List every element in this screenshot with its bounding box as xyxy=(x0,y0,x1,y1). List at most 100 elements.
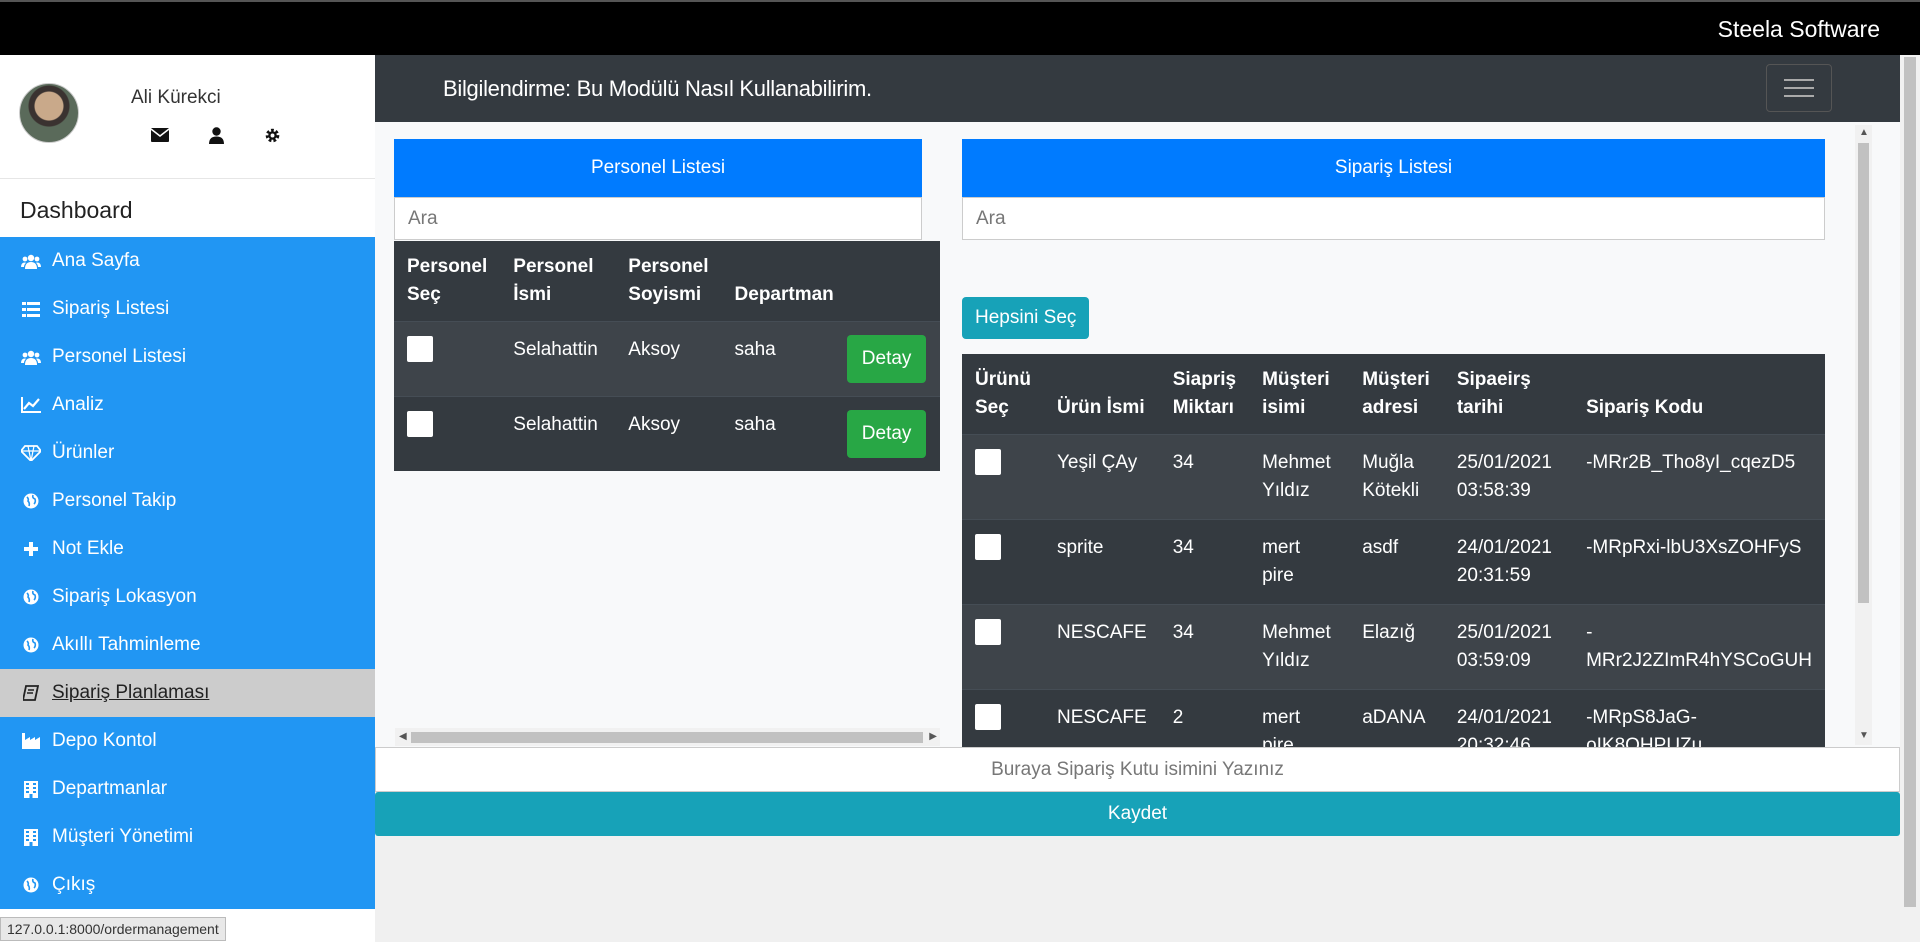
sidebar-item-urunler[interactable]: Ürünler xyxy=(0,429,375,477)
siparis-panel: Sipariş Listesi Ara Hepsini Seç Ürünü Se… xyxy=(940,122,1900,747)
table-row: sprite 34 mert pire asdf 24/01/2021 20:31:59… xyxy=(962,519,1825,605)
globe-icon xyxy=(20,877,42,893)
sidebar-item-label: Akıllı Tahminleme xyxy=(52,634,201,655)
quantity-cell: 2 xyxy=(1159,689,1250,747)
table-row: Yeşil ÇAy 34 Mehmet Yıldız Muğla Kötekli 25/… xyxy=(962,434,1825,520)
sidebar-item-label: Çıkış xyxy=(52,874,96,895)
product-name-cell: sprite xyxy=(1043,519,1160,605)
envelope-icon[interactable] xyxy=(150,125,170,145)
personel-surname-cell: Aksoy xyxy=(615,321,722,397)
customer-name-cell: mert pire xyxy=(1249,689,1350,747)
col-musteri-adresi: Müşteri adresi xyxy=(1362,369,1430,418)
profile-section: Ali Kürekci xyxy=(0,55,375,179)
gear-icon[interactable] xyxy=(262,125,282,145)
info-bar: Bilgilendirme: Bu Modülü Nasıl Kullanabi… xyxy=(375,55,1900,122)
table-row: Selahattin Aksoy saha Detay xyxy=(394,321,940,397)
personel-panel-title: Personel Listesi xyxy=(394,139,922,197)
customer-address-cell: aDANA xyxy=(1349,689,1444,747)
col-siparis-miktari: Siapriş Miktarı xyxy=(1172,369,1237,418)
customer-address-cell: Elazığ xyxy=(1349,604,1444,690)
users-icon xyxy=(20,350,42,365)
customer-name-cell: Mehmet Yıldız xyxy=(1249,434,1350,520)
sidebar-item-label: Departmanlar xyxy=(52,778,168,799)
personel-dept-cell: saha xyxy=(721,396,847,471)
kutu-name-input[interactable]: Buraya Sipariş Kutu isimini Yazınız xyxy=(375,747,1900,792)
user-name: Ali Kürekci xyxy=(131,87,221,108)
sidebar-item-label: Personel Listesi xyxy=(52,346,187,367)
personel-name-cell: Selahattin xyxy=(500,396,616,471)
personel-search-input[interactable]: Ara xyxy=(394,197,922,240)
personel-dept-cell: saha xyxy=(721,321,847,397)
order-code-cell: -MRr2B_Tho8yI_cqezD5 xyxy=(1573,434,1825,520)
sidebar-item-analiz[interactable]: Analiz xyxy=(0,381,375,429)
col-personel-soyismi: Personel Soyismi xyxy=(628,256,709,305)
sidebar-item-cikis[interactable]: Çıkış xyxy=(0,861,375,909)
select-all-button[interactable]: Hepsini Seç xyxy=(962,297,1090,339)
sidebar-item-not-ekle[interactable]: Not Ekle xyxy=(0,525,375,573)
chart-line-icon xyxy=(20,397,42,413)
detail-button[interactable]: Detay xyxy=(846,410,927,458)
table-row: NESCAFE 34 Mehmet Yıldız Elazığ 25/01/2021 0… xyxy=(962,604,1825,690)
menu-toggle-button[interactable] xyxy=(1766,64,1832,112)
sidebar-item-label: Sipariş Listesi xyxy=(52,298,170,319)
horizontal-scrollbar[interactable]: ◀ ▶ xyxy=(395,728,943,746)
product-name-cell: Yeşil ÇAy xyxy=(1043,434,1160,520)
detail-button[interactable]: Detay xyxy=(846,335,927,383)
select-checkbox[interactable] xyxy=(975,534,1001,560)
vertical-scrollbar[interactable]: ▲ ▼ xyxy=(1855,125,1872,745)
personel-surname-cell: Aksoy xyxy=(615,396,722,471)
info-title[interactable]: Bilgilendirme: Bu Modülü Nasıl Kullanabi… xyxy=(443,76,872,102)
table-row: NESCAFE 2 mert pire aDANA 24/01/2021 20:32:4… xyxy=(962,689,1825,747)
page-scrollbar[interactable] xyxy=(1900,55,1920,942)
order-code-cell: -MRpRxi-lbU3XsZOHFyS xyxy=(1573,519,1825,605)
col-siparis-kodu: Sipariş Kodu xyxy=(1586,397,1704,418)
select-checkbox[interactable] xyxy=(407,336,433,362)
main-content: Bilgilendirme: Bu Modülü Nasıl Kullanabi… xyxy=(375,55,1900,942)
sidebar-item-label: Sipariş Lokasyon xyxy=(52,586,197,607)
siparis-panel-title: Sipariş Listesi xyxy=(962,139,1825,197)
building-icon xyxy=(20,828,42,846)
siparis-search-input[interactable]: Ara xyxy=(962,197,1825,240)
sidebar-item-label: Müşteri Yönetimi xyxy=(52,826,194,847)
sidebar-item-siparis-listesi[interactable]: Sipariş Listesi xyxy=(0,285,375,333)
sidebar-menu: Ana Sayfa Sipariş Listesi Personel Listesi… xyxy=(0,237,375,909)
quantity-cell: 34 xyxy=(1159,519,1250,605)
sidebar-item-siparis-lokasyon[interactable]: Sipariş Lokasyon xyxy=(0,573,375,621)
select-checkbox[interactable] xyxy=(407,411,433,437)
sidebar-item-akilli-tahminleme[interactable]: Akıllı Tahminleme xyxy=(0,621,375,669)
customer-address-cell: asdf xyxy=(1349,519,1444,605)
sidebar-item-label: Ana Sayfa xyxy=(52,250,140,271)
sidebar-item-departmanlar[interactable]: Departmanlar xyxy=(0,765,375,813)
sidebar-item-ana-sayfa[interactable]: Ana Sayfa xyxy=(0,237,375,285)
select-checkbox[interactable] xyxy=(975,704,1001,730)
sidebar-item-personel-listesi[interactable]: Personel Listesi xyxy=(0,333,375,381)
save-button[interactable]: Kaydet xyxy=(375,792,1900,836)
diamond-icon xyxy=(20,445,42,461)
select-checkbox[interactable] xyxy=(975,449,1001,475)
col-personel-ismi: Personel İsmi xyxy=(513,256,594,305)
sidebar-item-musteri-yonetimi[interactable]: Müşteri Yönetimi xyxy=(0,813,375,861)
quantity-cell: 34 xyxy=(1159,434,1250,520)
order-code-cell: -MRr2J2ZImR4hYSCoGUH xyxy=(1573,604,1825,690)
order-date-cell: 24/01/2021 20:32:46 xyxy=(1443,689,1574,747)
user-icon[interactable] xyxy=(206,125,226,145)
col-urunu-sec: Ürünü Seç xyxy=(975,369,1031,418)
sidebar-item-label: Analiz xyxy=(52,394,104,415)
customer-address-cell: Muğla Kötekli xyxy=(1349,434,1444,520)
customer-name-cell: Mehmet Yıldız xyxy=(1249,604,1350,690)
col-musteri-ismi: Müşteri isimi xyxy=(1262,369,1330,418)
industry-icon xyxy=(20,733,42,749)
col-siparis-tarihi: Sipaeirş tarihi xyxy=(1456,369,1531,418)
sidebar-item-personel-takip[interactable]: Personel Takip xyxy=(0,477,375,525)
sidebar-item-siparis-planlamasi[interactable]: Sipariş Planlaması xyxy=(0,669,375,717)
users-icon xyxy=(20,254,42,269)
select-checkbox[interactable] xyxy=(975,619,1001,645)
sidebar-item-depo-kontol[interactable]: Depo Kontol xyxy=(0,717,375,765)
sidebar-item-label: Personel Takip xyxy=(52,490,177,511)
col-urun-ismi: Ürün İsmi xyxy=(1056,397,1145,418)
sidebar-item-label: Not Ekle xyxy=(52,538,124,559)
siparis-table: Ürünü Seç Ürün İsmi Siapriş Miktarı Müşt… xyxy=(962,354,1825,747)
personel-table: Personel Seç Personel İsmi Personel Soyi… xyxy=(394,241,940,471)
personel-panel: Personel Listesi Ara Personel Seç Person… xyxy=(375,122,943,747)
order-date-cell: 25/01/2021 03:59:09 xyxy=(1443,604,1574,690)
